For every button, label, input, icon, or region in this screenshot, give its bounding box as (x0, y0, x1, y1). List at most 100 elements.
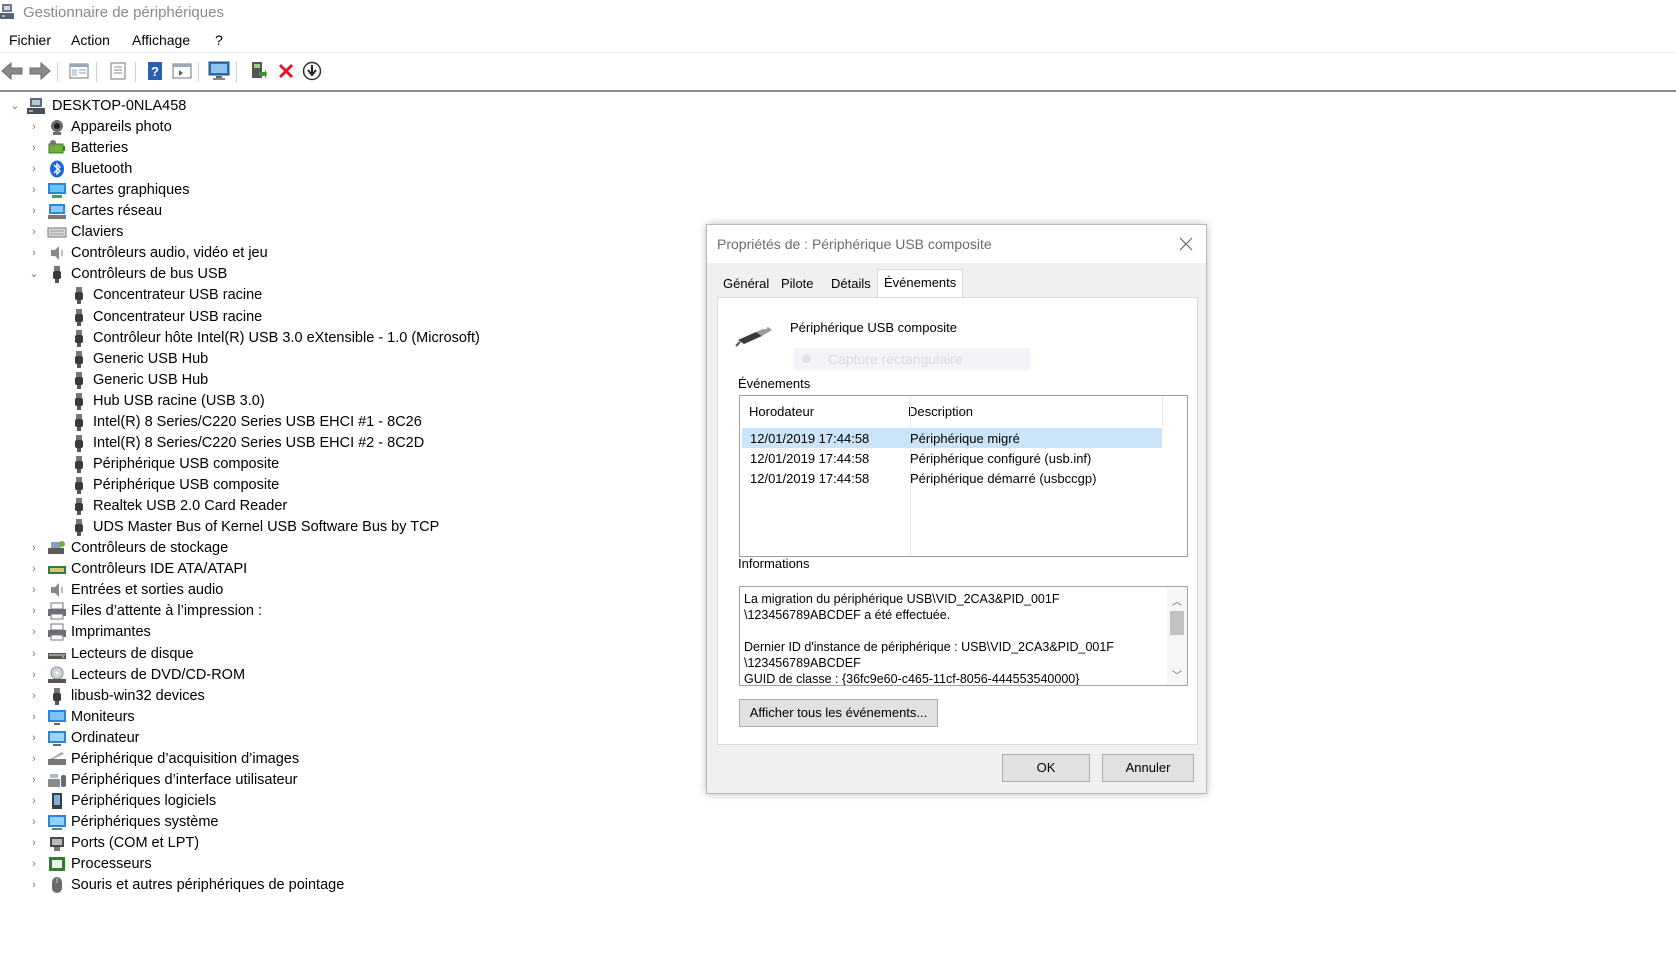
tree-device[interactable]: Intel(R) 8 Series/C220 Series USB EHCI #… (49, 412, 609, 433)
tree-device[interactable]: Generic USB Hub (49, 370, 609, 391)
chevron-right-icon[interactable]: › (27, 162, 41, 176)
chevron-right-icon[interactable]: › (27, 878, 41, 892)
chevron-right-icon[interactable]: › (27, 583, 41, 597)
enable-device-button[interactable] (300, 59, 324, 83)
show-hide-console-button[interactable] (67, 59, 91, 83)
close-icon[interactable] (1178, 236, 1194, 252)
tree-device[interactable]: UDS Master Bus of Kernel USB Software Bu… (49, 517, 609, 538)
tab-pilote[interactable]: Pilote (775, 273, 820, 295)
properties-button[interactable] (106, 59, 130, 83)
chevron-right-icon[interactable]: › (27, 562, 41, 576)
tree-category[interactable]: › Cartes graphiques (27, 180, 587, 201)
tree-category[interactable]: › Ordinateur (27, 728, 587, 749)
tree-category[interactable]: › libusb-win32 devices (27, 686, 587, 707)
event-row[interactable]: 12/01/2019 17:44:58 Périphérique démarré … (742, 468, 1162, 488)
menu-fichier[interactable]: Fichier (9, 32, 51, 48)
cancel-button[interactable]: Annuler (1102, 754, 1194, 782)
chevron-right-icon[interactable]: › (27, 710, 41, 724)
scan-hardware-button[interactable] (207, 59, 231, 83)
chevron-right-icon[interactable]: › (27, 120, 41, 134)
scroll-up-icon[interactable]: ︿ (1172, 593, 1182, 608)
tree-category[interactable]: › Processeurs (27, 854, 587, 875)
tree-category[interactable]: › Souris et autres périphériques de point… (27, 875, 587, 896)
tree-category[interactable]: › Lecteurs de disque (27, 644, 587, 665)
chevron-right-icon[interactable]: › (27, 731, 41, 745)
tree-device[interactable]: Concentrateur USB racine (49, 307, 609, 328)
scanner-icon (48, 752, 66, 765)
usb-device-icon (735, 327, 772, 347)
chevron-right-icon[interactable]: › (27, 794, 41, 808)
chevron-down-icon[interactable]: ⌄ (27, 267, 41, 281)
tree-category[interactable]: › Batteries (27, 138, 587, 159)
action-pane-button[interactable] (170, 59, 194, 83)
menu-action[interactable]: Action (71, 32, 110, 48)
tree-device[interactable]: Intel(R) 8 Series/C220 Series USB EHCI #… (49, 433, 609, 454)
chevron-right-icon[interactable]: › (27, 689, 41, 703)
chevron-right-icon[interactable]: › (27, 204, 41, 218)
informations-textbox[interactable]: La migration du périphérique USB\VID_2CA… (739, 586, 1188, 686)
tree-device[interactable]: Generic USB Hub (49, 349, 609, 370)
tree-category-label: Cartes graphiques (71, 182, 190, 198)
tree-category[interactable]: › Appareils photo (27, 117, 587, 138)
tree-category[interactable]: › Moniteurs (27, 707, 587, 728)
tab-evenements[interactable]: Événements (877, 269, 964, 297)
tree-category[interactable]: › Périphériques d’interface utilisateur (27, 770, 587, 791)
ok-button[interactable]: OK (1002, 754, 1090, 782)
chevron-right-icon[interactable]: › (27, 625, 41, 639)
event-row[interactable]: 12/01/2019 17:44:58 Périphérique migré (742, 428, 1162, 448)
chevron-right-icon[interactable]: › (27, 815, 41, 829)
menu-affichage[interactable]: Affichage (132, 32, 190, 48)
tree-device[interactable]: Contrôleur hôte Intel(R) USB 3.0 eXtensi… (49, 328, 609, 349)
column-description[interactable]: Description (908, 404, 973, 419)
scroll-down-icon[interactable]: ﹀ (1172, 667, 1182, 682)
tree-category[interactable]: › Périphériques logiciels (27, 791, 587, 812)
chevron-right-icon[interactable]: › (27, 604, 41, 618)
scroll-thumb[interactable] (1170, 611, 1184, 635)
tree-category[interactable]: › Files d’attente à l’impression : (27, 601, 587, 622)
tree-category[interactable]: › Claviers (27, 222, 587, 243)
chevron-right-icon[interactable]: › (27, 183, 41, 197)
help-button[interactable]: ? (143, 59, 167, 83)
chevron-right-icon[interactable]: › (27, 225, 41, 239)
tab-general[interactable]: Général (717, 273, 775, 295)
chevron-right-icon[interactable]: › (27, 668, 41, 682)
tree-category[interactable]: › Bluetooth (27, 159, 587, 180)
event-row[interactable]: 12/01/2019 17:44:58 Périphérique configur… (742, 448, 1162, 468)
tree-category[interactable]: › Contrôleurs IDE ATA/ATAPI (27, 559, 587, 580)
chevron-down-icon[interactable]: ⌄ (8, 99, 22, 113)
tree-category[interactable]: › Imprimantes (27, 622, 587, 643)
chevron-right-icon[interactable]: › (27, 541, 41, 555)
tab-details[interactable]: Détails (825, 273, 877, 295)
tree-category[interactable]: › Contrôleurs de stockage (27, 538, 587, 559)
tree-device[interactable]: Realtek USB 2.0 Card Reader (49, 496, 609, 517)
tree-category[interactable]: › Entrées et sorties audio (27, 580, 587, 601)
tree-category[interactable]: › Lecteurs de DVD/CD-ROM (27, 665, 587, 686)
tree-device[interactable]: Périphérique USB composite (49, 475, 609, 496)
tree-device[interactable]: Concentrateur USB racine (49, 285, 609, 306)
chevron-right-icon[interactable]: › (27, 647, 41, 661)
column-horodateur[interactable]: Horodateur (749, 404, 814, 419)
chevron-right-icon[interactable]: › (27, 246, 41, 260)
menu-help[interactable]: ? (215, 32, 223, 48)
chevron-right-icon[interactable]: › (27, 836, 41, 850)
show-all-events-button[interactable]: Afficher tous les événements... (739, 699, 938, 727)
uninstall-device-button[interactable] (274, 59, 298, 83)
tree-root[interactable]: ⌄ DESKTOP-0NLA458 (8, 96, 308, 117)
tree-category[interactable]: › Ports (COM et LPT) (27, 833, 587, 854)
tree-device[interactable]: Périphérique USB composite (49, 454, 609, 475)
chevron-right-icon[interactable]: › (27, 141, 41, 155)
tree-category[interactable]: › Cartes réseau (27, 201, 587, 222)
forward-button[interactable] (28, 59, 52, 83)
tree-category[interactable]: › Périphériques système (27, 812, 587, 833)
back-button[interactable] (0, 59, 24, 83)
chevron-right-icon[interactable]: › (27, 752, 41, 766)
vertical-scrollbar[interactable]: ︿ ﹀ (1167, 587, 1187, 685)
chevron-right-icon[interactable]: › (27, 857, 41, 871)
update-driver-button[interactable] (246, 59, 270, 83)
tree-category[interactable]: ⌄ Contrôleurs de bus USB (27, 264, 587, 285)
tree-device[interactable]: Hub USB racine (USB 3.0) (49, 391, 609, 412)
events-list[interactable]: Horodateur Description 12/01/2019 17:44:… (739, 395, 1188, 557)
chevron-right-icon[interactable]: › (27, 773, 41, 787)
tree-category[interactable]: › Périphérique d’acquisition d’images (27, 749, 587, 770)
tree-category[interactable]: › Contrôleurs audio, vidéo et jeu (27, 243, 587, 264)
